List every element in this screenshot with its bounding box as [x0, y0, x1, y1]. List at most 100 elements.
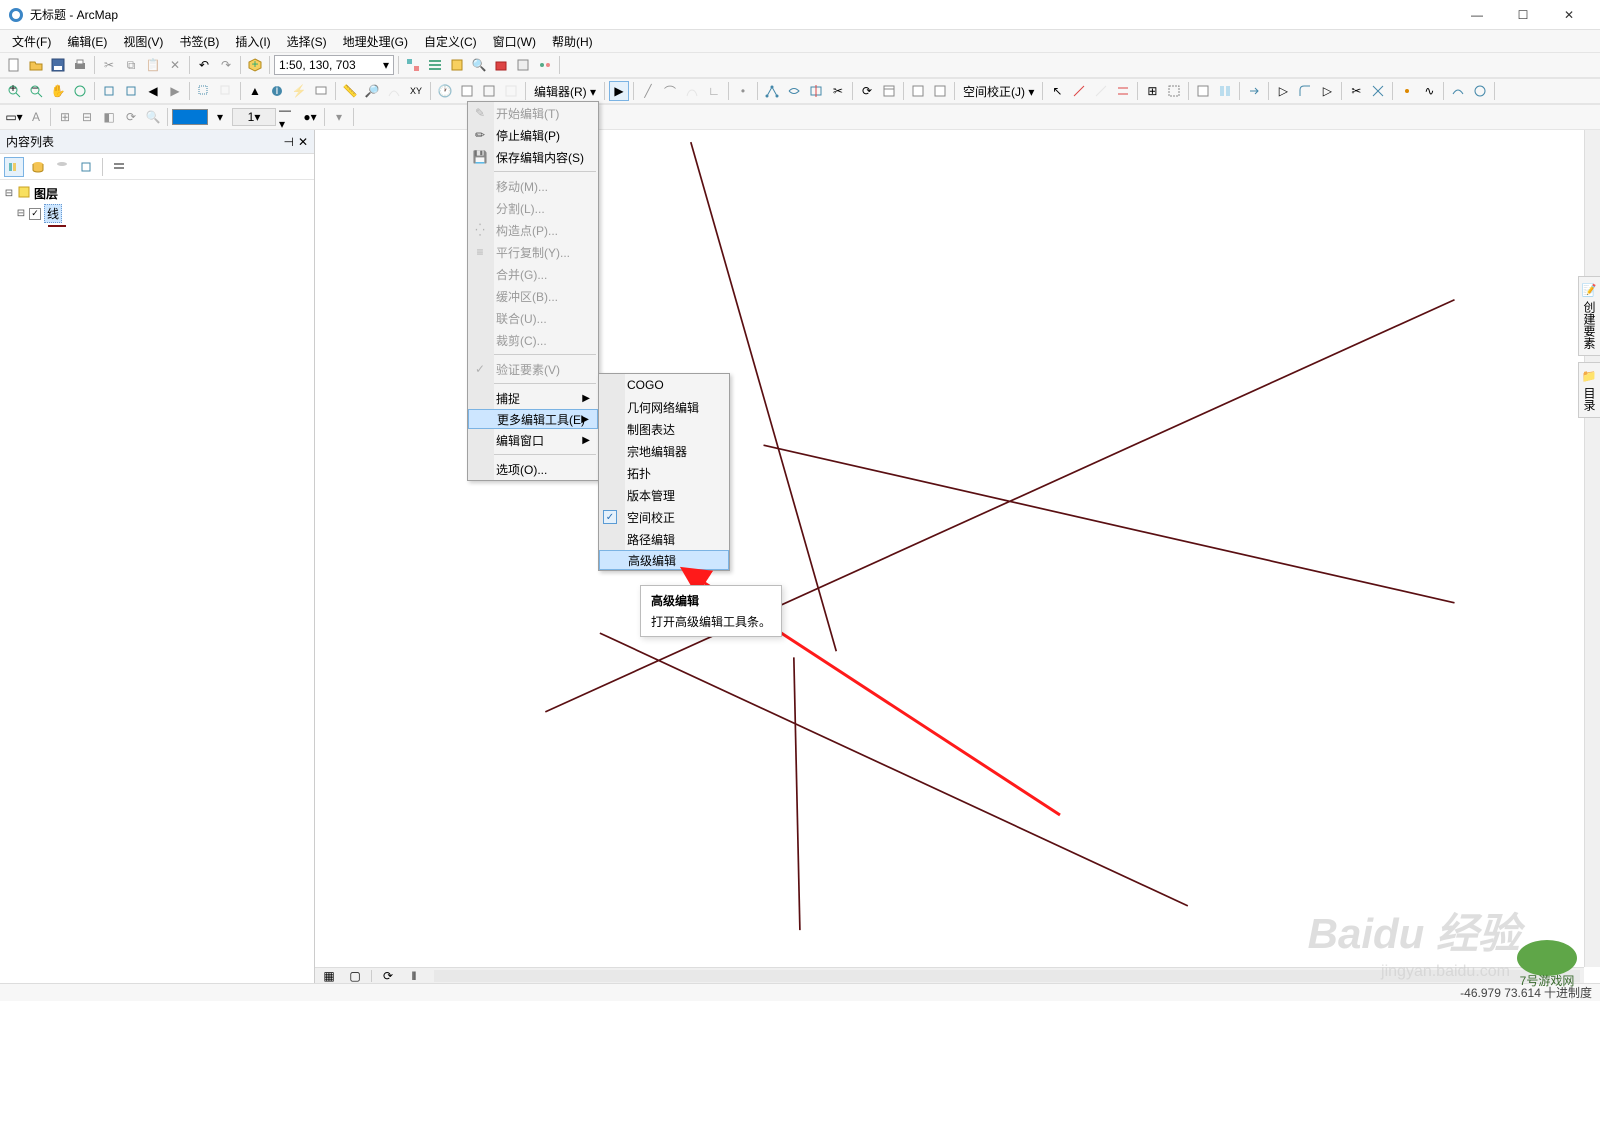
pan-icon[interactable]: ✋	[48, 81, 68, 101]
layer-checkbox[interactable]: ✓	[29, 208, 41, 220]
menu-geoprocessing[interactable]: 地理处理(G)	[335, 31, 416, 52]
list-by-source-icon[interactable]	[28, 157, 48, 177]
create-features-icon[interactable]	[930, 81, 950, 101]
rotate-icon2[interactable]: ⟳	[121, 107, 141, 127]
menu-copy-parallel[interactable]: ≡平行复制(Y)...	[468, 241, 598, 263]
menu-buffer[interactable]: 缓冲区(B)...	[468, 285, 598, 307]
vertical-scrollbar[interactable]	[1584, 130, 1600, 967]
spatial-adjustment-dropdown[interactable]: 空间校正(J) ▾	[959, 83, 1038, 100]
attributes-icon[interactable]	[879, 81, 899, 101]
identity-link-icon[interactable]: ⊞	[1142, 81, 1162, 101]
fillet-icon[interactable]	[1295, 81, 1315, 101]
submenu-representation[interactable]: 制图表达	[599, 418, 729, 440]
fixed-zoom-out-icon[interactable]	[121, 81, 141, 101]
fill-color-dropdown[interactable]: ▾	[210, 107, 230, 127]
submenu-spatial-adjustment[interactable]: ✓空间校正	[599, 506, 729, 528]
select-features-icon[interactable]	[194, 81, 214, 101]
forward-extent-icon[interactable]: ▶	[165, 81, 185, 101]
menu-insert[interactable]: 插入(I)	[227, 31, 278, 52]
submenu-route-editing[interactable]: 路径编辑	[599, 528, 729, 550]
menu-split[interactable]: 分割(L)...	[468, 197, 598, 219]
menu-save-edits[interactable]: 💾保存编辑内容(S)	[468, 146, 598, 168]
maximize-button[interactable]: ☐	[1500, 0, 1546, 30]
dataframe-label[interactable]: 图层	[34, 185, 58, 202]
edit-text-icon[interactable]: A	[26, 107, 46, 127]
menu-view[interactable]: 视图(V)	[115, 31, 171, 52]
trace-icon[interactable]	[682, 81, 702, 101]
measure-icon[interactable]: 📏	[340, 81, 360, 101]
menu-merge[interactable]: 合并(G)...	[468, 263, 598, 285]
menu-more-editing-tools[interactable]: 更多编辑工具(E)▶	[468, 409, 598, 429]
end-point-arc-icon[interactable]: ⌒	[660, 81, 680, 101]
attribute-transfer-icon[interactable]	[1244, 81, 1264, 101]
menu-clip[interactable]: 裁剪(C)...	[468, 329, 598, 351]
menu-file[interactable]: 文件(F)	[4, 31, 59, 52]
back-extent-icon[interactable]: ◀	[143, 81, 163, 101]
menu-editing-windows[interactable]: 编辑窗口▶	[468, 429, 598, 451]
editor-toolbar-icon[interactable]	[403, 55, 423, 75]
line-intersection-icon[interactable]	[1368, 81, 1388, 101]
submenu-geometric-network[interactable]: 几何网络编辑	[599, 396, 729, 418]
point-icon[interactable]: •	[733, 81, 753, 101]
right-angle-icon[interactable]: ∟	[704, 81, 724, 101]
select-elements-icon[interactable]: ▲	[245, 81, 265, 101]
identify-icon[interactable]: i	[267, 81, 287, 101]
menu-windows[interactable]: 窗口(W)	[485, 31, 544, 52]
list-by-drawing-icon[interactable]	[4, 157, 24, 177]
menu-options[interactable]: 选项(O)...	[468, 458, 598, 480]
smooth-icon[interactable]	[1448, 81, 1468, 101]
edit-tool-icon[interactable]: ▶	[609, 81, 629, 101]
limited-adjust-icon[interactable]	[1164, 81, 1184, 101]
html-popup-icon[interactable]	[311, 81, 331, 101]
menu-selection[interactable]: 选择(S)	[279, 31, 335, 52]
fixed-zoom-in-icon[interactable]	[99, 81, 119, 101]
full-extent-icon[interactable]	[70, 81, 90, 101]
print-button[interactable]	[70, 55, 90, 75]
horizontal-scrollbar[interactable]	[434, 970, 1580, 982]
hyperlink-icon[interactable]: ⚡	[289, 81, 309, 101]
close-button[interactable]: ✕	[1546, 0, 1592, 30]
toc-options-icon[interactable]	[109, 157, 129, 177]
line-symbol[interactable]	[48, 225, 66, 227]
create-viewer-icon[interactable]	[457, 81, 477, 101]
line-width[interactable]: 1 ▾	[232, 108, 276, 126]
cut-button[interactable]: ✂	[99, 55, 119, 75]
submenu-parcel-editor[interactable]: 宗地编辑器	[599, 440, 729, 462]
submenu-topology[interactable]: 拓扑	[599, 462, 729, 484]
select-adjust-icon[interactable]: ↖	[1047, 81, 1067, 101]
font-dropdown[interactable]: ▾	[329, 107, 349, 127]
refresh-icon[interactable]: ⟳	[378, 966, 398, 986]
straight-segment-icon[interactable]: ╱	[638, 81, 658, 101]
copy-features-icon[interactable]: ▷	[1273, 81, 1293, 101]
layout-view-icon[interactable]: ▢	[345, 966, 365, 986]
add-data-button[interactable]: +	[245, 55, 265, 75]
new-button[interactable]	[4, 55, 24, 75]
new-displacement-link-icon[interactable]	[1069, 81, 1089, 101]
catalog-icon[interactable]	[447, 55, 467, 75]
toc-icon[interactable]	[425, 55, 445, 75]
twisty-icon[interactable]: ⊟	[16, 208, 26, 219]
submenu-advanced-editing[interactable]: 高级编辑	[599, 550, 729, 570]
menu-move[interactable]: 移动(M)...	[468, 175, 598, 197]
draw-rectangle-icon[interactable]: ▭▾	[4, 107, 24, 127]
view-link-table-icon[interactable]	[1193, 81, 1213, 101]
ungroup-icon[interactable]: ⊟	[77, 107, 97, 127]
trim-icon[interactable]: ✂	[1346, 81, 1366, 101]
menu-help[interactable]: 帮助(H)	[544, 31, 601, 52]
list-by-visibility-icon[interactable]	[52, 157, 72, 177]
save-button[interactable]	[48, 55, 68, 75]
marker-icon[interactable]: ●▾	[300, 107, 320, 127]
group-icon[interactable]: ⊞	[55, 107, 75, 127]
graphic-ops-icon[interactable]: ◧	[99, 107, 119, 127]
find-icon[interactable]: 🔎	[362, 81, 382, 101]
data-view-icon[interactable]: ▦	[319, 966, 339, 986]
minimize-button[interactable]: —	[1454, 0, 1500, 30]
create-features-tab[interactable]: 📝创建要素	[1578, 276, 1600, 356]
find-route-icon[interactable]	[384, 81, 404, 101]
map-scale-input[interactable]: 1:50, 130, 703▾	[274, 55, 394, 75]
submenu-cogo[interactable]: COGO	[599, 374, 729, 396]
menu-validate[interactable]: ✓验证要素(V)	[468, 358, 598, 380]
zoom-out-icon[interactable]: −	[26, 81, 46, 101]
fill-color[interactable]	[172, 109, 208, 125]
menu-construct-points[interactable]: ⁛构造点(P)...	[468, 219, 598, 241]
